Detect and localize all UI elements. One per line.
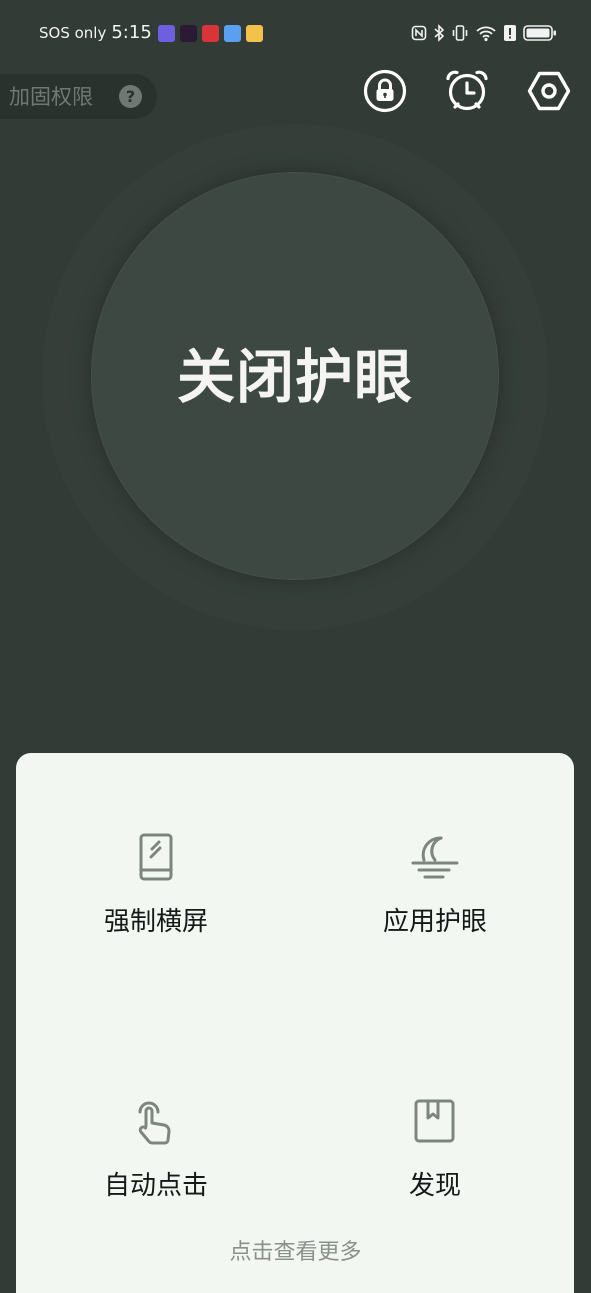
lock-icon[interactable] [363, 69, 407, 113]
battery-icon [523, 25, 556, 41]
app-notification-icon-3 [201, 24, 219, 42]
bookmark-book-icon [414, 1099, 455, 1143]
moon-horizon-icon [411, 836, 459, 879]
help-icon[interactable]: ? [119, 85, 142, 108]
app-notification-icon-5 [245, 24, 263, 42]
app-notification-icon-1 [157, 24, 175, 42]
feature-auto-click-label: 自动点击 [103, 1171, 208, 1201]
carrier-text: SOS only [39, 24, 107, 42]
status-bar-left: SOS only 5:15 [39, 21, 268, 45]
view-more-link[interactable]: 点击查看更多 [0, 1238, 591, 1268]
vibrate-icon [452, 25, 468, 41]
feature-discover-label: 发现 [408, 1171, 461, 1201]
eye-care-toggle-label: 关闭护眼 [176, 343, 413, 411]
hardening-permission-label: 加固权限 [9, 85, 93, 109]
alarm-clock-icon[interactable] [445, 69, 489, 113]
tap-hand-icon [138, 1101, 171, 1145]
alert-icon [504, 25, 516, 41]
settings-hexagon-icon[interactable] [527, 69, 571, 113]
clock-text: 5:15 [111, 22, 152, 43]
features-card [16, 753, 574, 1293]
wifi-icon [476, 26, 496, 42]
feature-app-eye-care-label: 应用护眼 [382, 907, 487, 937]
status-bar-right [411, 21, 557, 45]
phone-rotate-icon [139, 833, 173, 881]
feature-force-landscape-label: 强制横屏 [103, 907, 208, 937]
nfc-icon [411, 25, 427, 41]
bluetooth-icon [434, 24, 445, 42]
app-notification-icon-4 [223, 24, 241, 42]
app-notification-icon-2 [179, 24, 197, 42]
status-bar: SOS only 5:15 [0, 0, 591, 66]
